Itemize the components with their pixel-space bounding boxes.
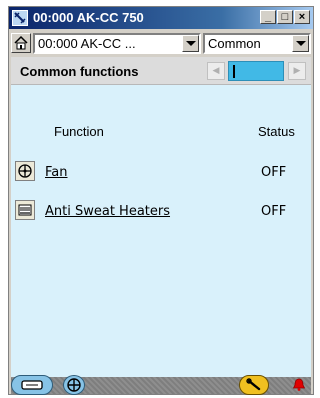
- app-icon: [12, 10, 28, 26]
- view-select-value: Common: [208, 36, 261, 51]
- device-icon: [21, 380, 43, 390]
- prev-page-button[interactable]: ◀: [207, 62, 225, 80]
- minimize-button[interactable]: _: [260, 10, 276, 24]
- section-title: Common functions: [20, 64, 139, 79]
- next-page-button[interactable]: ▶: [288, 62, 306, 80]
- status-value-fan: OFF: [261, 165, 287, 180]
- device-button[interactable]: [11, 375, 53, 395]
- maximize-button[interactable]: □: [277, 10, 293, 24]
- bottom-toolbar: [11, 375, 311, 395]
- wrench-icon: [246, 378, 261, 391]
- fan-button[interactable]: [63, 375, 85, 395]
- status-value-anti-sweat-heaters: OFF: [261, 204, 287, 219]
- section-header: Common functions ◀ ▶: [11, 57, 311, 85]
- content-panel: Common functions ◀ ▶ Function Status Fan…: [11, 57, 311, 377]
- alarm-bell-icon[interactable]: [291, 377, 307, 393]
- device-select-value: 00:000 AK-CC ...: [38, 36, 136, 51]
- device-select[interactable]: 00:000 AK-CC ...: [33, 33, 201, 54]
- app-window: 00:000 AK-CC 750 _ □ × 00:000 AK-CC ... …: [8, 6, 314, 395]
- title-bar[interactable]: 00:000 AK-CC 750 _ □ ×: [9, 7, 313, 29]
- function-link-anti-sweat-heaters[interactable]: Anti Sweat Heaters: [45, 204, 170, 219]
- fan-icon[interactable]: [15, 161, 35, 181]
- chevron-down-icon[interactable]: [292, 35, 309, 52]
- chevron-down-icon[interactable]: [182, 35, 199, 52]
- home-icon: [14, 35, 28, 50]
- home-button[interactable]: [11, 33, 31, 53]
- close-button[interactable]: ×: [294, 10, 310, 24]
- function-link-fan[interactable]: Fan: [45, 165, 68, 180]
- view-select[interactable]: Common: [203, 33, 311, 54]
- column-header-status: Status: [258, 124, 295, 139]
- fan-icon: [67, 378, 81, 392]
- tools-button[interactable]: [239, 375, 269, 395]
- text-caret: [233, 65, 235, 78]
- column-header-function: Function: [54, 124, 104, 139]
- page-field[interactable]: [228, 61, 284, 81]
- window-title: 00:000 AK-CC 750: [33, 10, 144, 25]
- heater-icon[interactable]: [15, 200, 35, 220]
